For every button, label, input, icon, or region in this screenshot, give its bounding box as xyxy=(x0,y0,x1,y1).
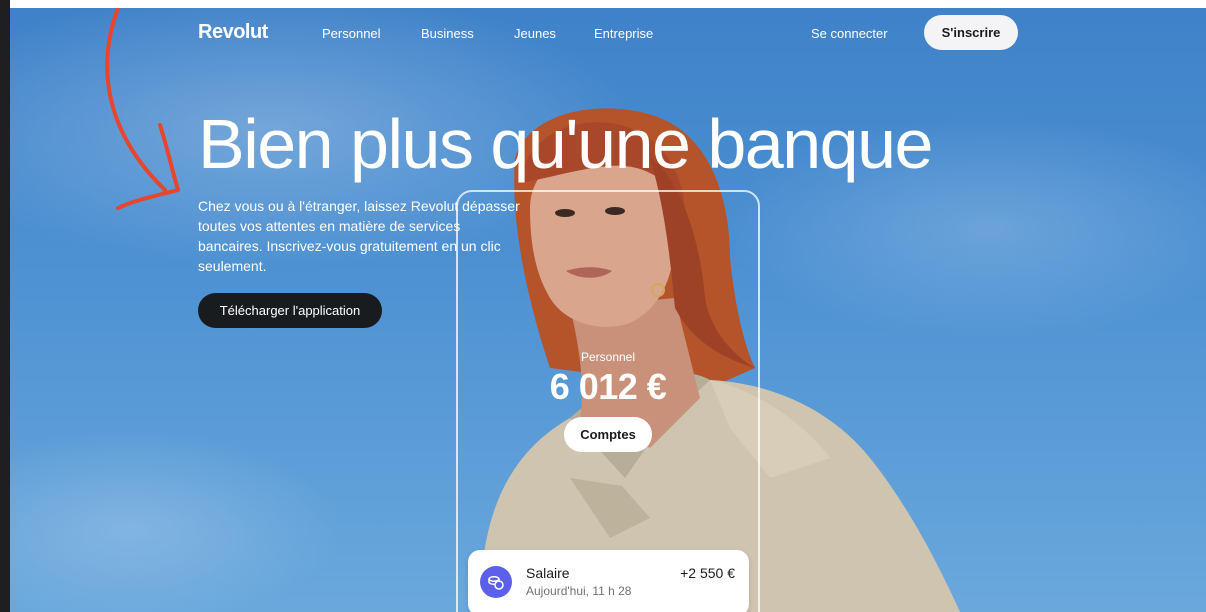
account-balance: 6 012 € xyxy=(549,366,667,407)
accounts-button[interactable]: Comptes xyxy=(564,417,652,452)
nav-link-jeunes[interactable]: Jeunes xyxy=(514,26,556,41)
transaction-amount: +2 550 € xyxy=(680,565,735,581)
hero-headline: Bien plus qu'une banque xyxy=(198,105,933,183)
revolut-logo[interactable]: Revolut xyxy=(198,21,268,44)
nav-link-entreprise[interactable]: Entreprise xyxy=(594,26,653,41)
signup-button[interactable]: S'inscrire xyxy=(924,15,1018,50)
hero-section: Revolut Personnel Business Jeunes Entrep… xyxy=(10,8,1206,612)
coins-icon xyxy=(480,566,512,598)
login-button[interactable]: Se connecter xyxy=(811,26,888,41)
transaction-time: Aujourd'hui, 11 h 28 xyxy=(526,584,632,598)
account-label: Personnel xyxy=(580,350,636,364)
download-app-button[interactable]: Télécharger l'application xyxy=(198,293,382,328)
transaction-card: Salaire Aujourd'hui, 11 h 28 +2 550 € xyxy=(468,550,749,612)
top-nav: Revolut Personnel Business Jeunes Entrep… xyxy=(10,8,1206,58)
transaction-title: Salaire xyxy=(526,565,570,581)
nav-link-business[interactable]: Business xyxy=(421,26,474,41)
left-window-edge xyxy=(0,0,10,612)
nav-link-personnel[interactable]: Personnel xyxy=(322,26,381,41)
